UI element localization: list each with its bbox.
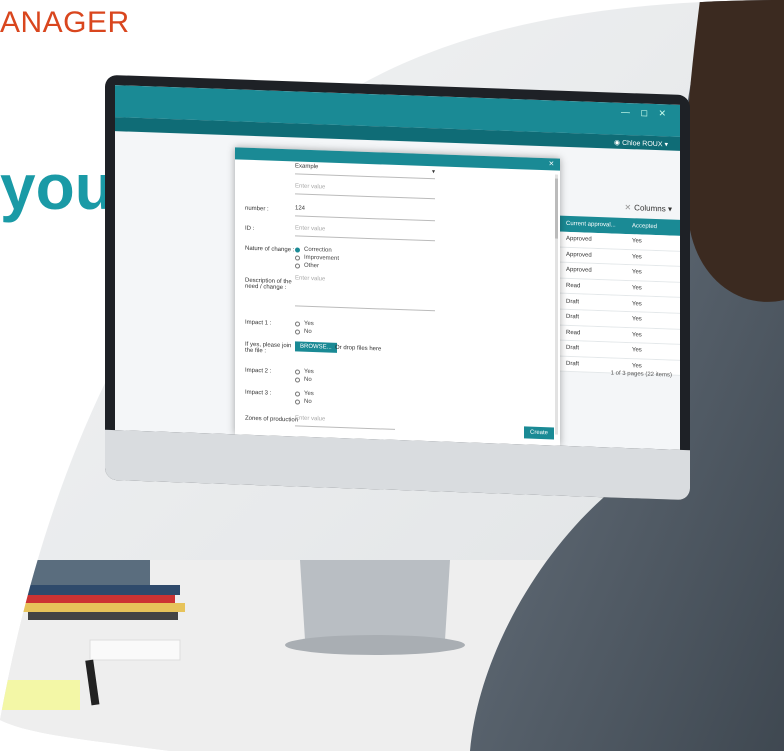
radio-icon — [295, 398, 300, 405]
radio-label: Yes — [304, 368, 314, 376]
pager-text: 1 of 3 pages (22 items) — [610, 370, 672, 379]
radio-icon — [295, 328, 300, 335]
cell: Read — [566, 282, 581, 290]
clear-icon[interactable]: ✕ — [624, 203, 631, 212]
columns-label: Columns — [634, 203, 666, 214]
radio-icon — [295, 262, 300, 269]
field1-input[interactable]: Enter value — [295, 183, 435, 200]
cell: Draft — [566, 314, 580, 321]
description-label: Description of the need / change : — [245, 277, 292, 292]
radio-checked-icon — [295, 246, 300, 253]
window-controls[interactable]: — ◻ ✕ — [621, 107, 670, 120]
create-button[interactable]: Create — [523, 426, 554, 440]
impact1-radio-group: Yes No — [295, 319, 314, 336]
data-table: Current approval... Accepted Approved Yes… — [560, 215, 680, 377]
number-label: number : — [245, 205, 269, 213]
cell: Yes — [632, 347, 642, 354]
columns-button[interactable]: ✕ Columns ▾ — [624, 203, 672, 214]
cell: Yes — [632, 254, 642, 261]
radio-option[interactable]: No — [295, 397, 314, 406]
number-input[interactable]: 124 — [295, 205, 435, 222]
cell: Approved — [566, 267, 592, 275]
cell: Approved — [566, 251, 592, 259]
chevron-down-icon: ▾ — [431, 169, 435, 176]
radio-icon — [295, 390, 300, 397]
cell: Yes — [632, 332, 642, 339]
cell: Yes — [632, 238, 642, 245]
radio-label: Correction — [304, 246, 332, 254]
cell: Draft — [566, 298, 580, 306]
cell: Approved — [566, 236, 592, 244]
radio-label: Yes — [304, 390, 314, 398]
radio-label: No — [304, 398, 312, 406]
monitor: — ◻ ✕ ◉ Chloe ROUX ▾ ✕ Columns ▾ Current … — [105, 74, 690, 501]
cell: Yes — [632, 363, 642, 370]
radio-icon — [295, 376, 300, 383]
nature-radio-group: Correction Improvement Other — [295, 245, 339, 271]
radio-label: Other — [304, 262, 320, 270]
drop-files-text: Or drop files here — [335, 344, 382, 353]
radio-icon — [295, 254, 300, 261]
close-icon[interactable]: × — [549, 158, 554, 168]
zones-label: Zones of production — [245, 415, 299, 424]
file-label: If yes, please join the file : — [245, 341, 292, 355]
id-input[interactable]: Enter value — [295, 225, 435, 242]
cell: Yes — [632, 316, 642, 323]
zones-input[interactable]: Enter value — [295, 415, 395, 430]
browse-button[interactable]: BROWSE... — [295, 341, 337, 353]
example-select[interactable]: Example ▾ — [295, 163, 435, 180]
monitor-screen: — ◻ ✕ ◉ Chloe ROUX ▾ ✕ Columns ▾ Current … — [115, 85, 680, 450]
radio-icon — [295, 368, 300, 375]
select-value: Example — [295, 163, 319, 171]
hero-scene: ANAGER your — ◻ ✕ ◉ Chloe ROUX ▾ ✕ Colum… — [0, 0, 784, 751]
impact3-radio-group: Yes No — [295, 389, 314, 406]
radio-label: Improvement — [304, 254, 340, 262]
cell: Yes — [632, 300, 642, 308]
column-header[interactable]: Accepted — [626, 223, 672, 231]
modal-scroll-thumb[interactable] — [555, 178, 558, 239]
id-label: ID : — [245, 225, 255, 233]
radio-option[interactable]: Other — [295, 261, 339, 271]
chevron-down-icon: ▾ — [665, 204, 672, 214]
user-name: Chloe ROUX — [622, 139, 663, 149]
impact1-label: Impact 1 : — [245, 319, 272, 327]
radio-label: No — [304, 328, 312, 336]
impact3-label: Impact 3 : — [245, 389, 272, 397]
cell: Draft — [566, 345, 580, 352]
radio-label: No — [304, 376, 312, 384]
radio-option[interactable]: No — [295, 375, 314, 384]
cell: Read — [566, 329, 581, 337]
impact2-radio-group: Yes No — [295, 367, 314, 384]
column-header[interactable]: Current approval... — [560, 221, 626, 229]
cell: Draft — [566, 360, 580, 368]
radio-label: Yes — [304, 320, 314, 328]
description-textarea[interactable]: Enter value — [295, 275, 435, 312]
cell: Yes — [632, 285, 642, 292]
radio-icon — [295, 320, 300, 327]
user-icon: ◉ — [614, 139, 623, 147]
chevron-down-icon: ▾ — [662, 141, 668, 149]
impact2-label: Impact 2 : — [245, 367, 272, 375]
create-modal: × Example ▾ Enter value number : 124 ID :… — [235, 147, 560, 446]
radio-option[interactable]: No — [295, 327, 314, 336]
nature-label: Nature of change : — [245, 245, 295, 254]
cell: Yes — [632, 269, 642, 277]
